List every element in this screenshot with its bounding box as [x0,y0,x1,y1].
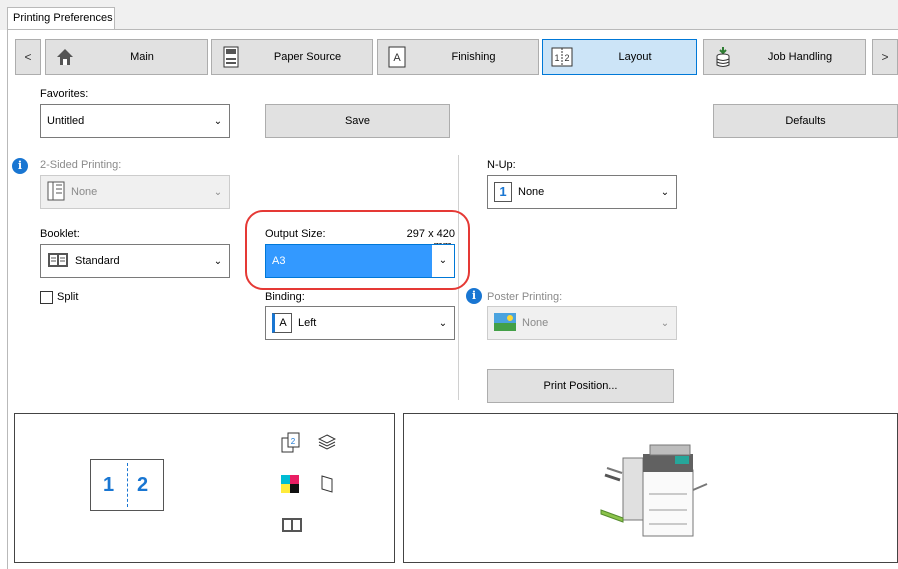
nup-value: None [518,186,545,198]
fold-line [127,463,128,507]
job-handling-icon [711,45,735,69]
poster-label: Poster Printing: [487,291,563,303]
defaults-button[interactable]: Defaults [713,104,898,138]
svg-text:2: 2 [291,437,296,446]
copies-icon: 2 [281,432,301,457]
svg-text:1: 1 [554,53,559,63]
chevron-down-icon: ⌄ [213,186,223,198]
favorites-label: Favorites: [40,88,89,100]
tab-finishing-label: Finishing [451,51,496,63]
nup-label: N-Up: [487,159,516,171]
layout-icon: 12 [550,45,574,69]
poster-select[interactable]: None ⌄ [487,306,677,340]
preview-page: 1 2 [90,459,164,511]
printer-icon [595,440,715,543]
two-sided-label: 2-Sided Printing: [40,159,122,171]
tab-layout[interactable]: 12 Layout [542,39,697,75]
paper-fold-icon [320,474,334,497]
binding-label: Binding: [265,291,305,303]
preview-page-1: 1 [103,474,115,496]
split-checkbox[interactable] [40,291,53,304]
nav-next-button[interactable]: > [872,39,898,75]
print-position-button[interactable]: Print Position... [487,369,674,403]
binding-value: Left [298,317,317,329]
chevron-down-icon: ⌄ [660,317,670,329]
two-sided-select[interactable]: None ⌄ [40,175,230,209]
binding-select[interactable]: A Left ⌄ [265,306,455,340]
preview-page-2: 2 [137,474,149,496]
tab-main-label: Main [130,51,154,63]
paper-source-icon [219,45,243,69]
favorites-value: Untitled [47,115,85,127]
stack-icon [317,433,337,456]
save-button[interactable]: Save [265,104,450,138]
tab-printing-preferences[interactable]: Printing Preferences [7,7,115,30]
info-icon[interactable]: i [466,288,482,304]
two-sided-icon [47,181,65,204]
booklet-icon [47,252,69,271]
info-icon[interactable]: i [12,158,28,174]
booklet-preview-icon [281,517,303,536]
split-label: Split [57,291,79,303]
poster-value: None [522,317,549,329]
finishing-icon: A [385,45,409,69]
layout-preview-panel [14,413,395,563]
tab-main[interactable]: Main [45,39,208,75]
favorites-select[interactable]: Untitled ⌄ [40,104,230,138]
chevron-down-icon: ⌄ [213,115,223,127]
color-mode-icon [281,475,299,496]
svg-text:A: A [393,52,401,64]
nav-prev-button[interactable]: < [15,39,41,75]
tab-strip [0,0,898,30]
booklet-select[interactable]: Standard ⌄ [40,244,230,278]
tab-layout-label: Layout [618,51,652,63]
tab-finishing[interactable]: A Finishing [377,39,539,75]
nup-select[interactable]: 1 None ⌄ [487,175,677,209]
tab-paper-source-label: Paper Source [273,51,342,63]
binding-icon: A [272,313,292,333]
nup-icon: 1 [494,182,512,202]
home-icon [53,45,77,69]
tab-job-handling[interactable]: Job Handling [703,39,866,75]
poster-icon [494,312,516,334]
chevron-down-icon: ⌄ [213,255,223,267]
chevron-down-icon: ⌄ [438,317,448,329]
chevron-down-icon: ⌄ [660,186,670,198]
annotation-highlight [245,210,470,290]
tab-paper-source[interactable]: Paper Source [211,39,373,75]
booklet-value: Standard [75,255,120,267]
svg-text:2: 2 [564,53,569,63]
two-sided-value: None [71,186,98,198]
booklet-label: Booklet: [40,228,80,240]
tab-job-handling-label: Job Handling [767,51,833,63]
